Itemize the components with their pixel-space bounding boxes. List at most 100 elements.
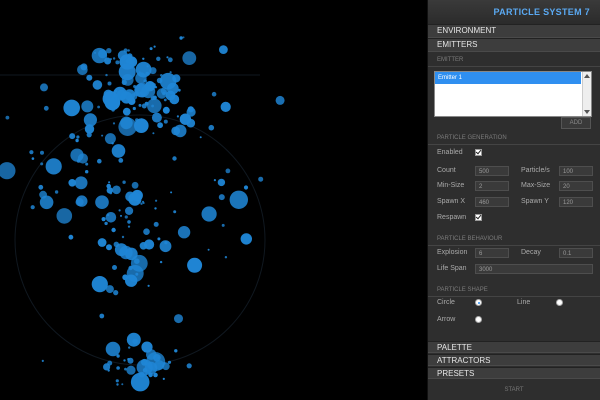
particle bbox=[122, 180, 126, 184]
section-palette[interactable]: PALETTE bbox=[428, 341, 600, 353]
particle bbox=[182, 36, 185, 39]
particle bbox=[111, 227, 116, 233]
particle bbox=[106, 48, 112, 54]
add-emitter-button[interactable]: ADD bbox=[561, 117, 591, 129]
particle bbox=[147, 284, 150, 287]
particle bbox=[40, 162, 44, 166]
particle bbox=[240, 233, 252, 245]
particle bbox=[76, 135, 80, 139]
particles-field[interactable]: 100 bbox=[559, 166, 593, 176]
particle bbox=[113, 290, 119, 296]
particle bbox=[104, 133, 116, 145]
particle bbox=[201, 206, 217, 222]
particle bbox=[68, 234, 74, 240]
particle bbox=[126, 365, 136, 375]
particle bbox=[151, 83, 156, 88]
particle bbox=[123, 359, 126, 362]
count-field[interactable]: 500 bbox=[475, 166, 509, 176]
particle bbox=[148, 372, 153, 378]
respawn-label: Respawn bbox=[437, 214, 467, 221]
particle bbox=[85, 162, 89, 166]
particle bbox=[106, 244, 112, 251]
particle-canvas[interactable] bbox=[0, 0, 427, 400]
particle bbox=[116, 89, 127, 100]
particle bbox=[275, 95, 285, 105]
particle bbox=[74, 176, 88, 190]
min-size-field[interactable]: 2 bbox=[475, 181, 509, 191]
particle bbox=[40, 83, 48, 92]
particle bbox=[219, 45, 228, 54]
particle bbox=[221, 223, 225, 227]
particle bbox=[86, 132, 92, 138]
particle bbox=[91, 47, 108, 64]
particle bbox=[229, 190, 248, 209]
list-item-emitter-1[interactable]: Emitter 1 bbox=[435, 72, 581, 84]
particle bbox=[174, 349, 178, 353]
particle bbox=[127, 49, 130, 52]
particle bbox=[39, 190, 47, 199]
enabled-checkbox[interactable] bbox=[475, 149, 482, 156]
particle bbox=[63, 99, 80, 117]
emitter-list[interactable]: Emitter 1 bbox=[434, 71, 592, 117]
panel-title: PARTICLE SYSTEM 7 bbox=[428, 0, 600, 24]
particle bbox=[95, 195, 109, 209]
scroll-down-icon[interactable] bbox=[584, 110, 590, 114]
list-scrollbar[interactable] bbox=[582, 72, 591, 116]
particle bbox=[128, 346, 131, 349]
particle bbox=[109, 58, 112, 61]
particle bbox=[208, 124, 215, 131]
particle bbox=[170, 191, 173, 194]
section-emitters[interactable]: EMITTERS bbox=[428, 38, 600, 52]
spawn-y-field[interactable]: 120 bbox=[559, 197, 593, 207]
particle bbox=[54, 190, 59, 194]
particle bbox=[141, 358, 148, 366]
particle bbox=[139, 242, 148, 250]
shape-circle-radio[interactable] bbox=[475, 299, 482, 306]
particle bbox=[116, 354, 120, 358]
section-attractors[interactable]: ATTRACTORS bbox=[428, 354, 600, 366]
particle bbox=[116, 383, 119, 386]
particle bbox=[166, 56, 169, 59]
spawn-x-field[interactable]: 460 bbox=[475, 197, 509, 207]
particle bbox=[30, 205, 35, 210]
explosion-field[interactable]: 6 bbox=[475, 248, 509, 258]
particle bbox=[176, 115, 179, 118]
respawn-checkbox[interactable] bbox=[475, 214, 482, 221]
max-size-field[interactable]: 20 bbox=[559, 181, 593, 191]
decay-field[interactable]: 0.1 bbox=[559, 248, 593, 258]
particle bbox=[141, 341, 153, 353]
particle bbox=[225, 168, 231, 174]
start-button[interactable]: START bbox=[428, 381, 600, 400]
particle bbox=[104, 221, 108, 226]
particle bbox=[145, 372, 148, 375]
lifespan-field[interactable]: 3000 bbox=[475, 264, 593, 274]
particle bbox=[111, 108, 115, 112]
section-presets[interactable]: PRESETS bbox=[428, 367, 600, 379]
particle bbox=[146, 65, 149, 68]
particle bbox=[122, 107, 131, 116]
particle bbox=[29, 150, 34, 155]
particle bbox=[173, 210, 177, 214]
particle bbox=[105, 341, 121, 357]
particle bbox=[120, 214, 122, 217]
shape-line-radio[interactable] bbox=[556, 299, 563, 306]
scroll-up-icon[interactable] bbox=[584, 74, 590, 78]
particle bbox=[115, 379, 119, 383]
particle bbox=[155, 199, 158, 202]
particle bbox=[77, 153, 88, 164]
max-size-label: Max-Size bbox=[521, 182, 551, 189]
particle bbox=[143, 228, 150, 235]
spawn-y-label: Spawn Y bbox=[521, 198, 549, 205]
section-environment[interactable]: ENVIRONMENT bbox=[428, 24, 600, 38]
particle bbox=[149, 47, 153, 51]
particle bbox=[112, 185, 121, 195]
particle bbox=[118, 209, 121, 212]
particle bbox=[138, 371, 145, 378]
shape-arrow-radio[interactable] bbox=[475, 316, 482, 323]
particle bbox=[211, 91, 217, 97]
particle bbox=[199, 136, 202, 139]
particle bbox=[156, 56, 161, 61]
count-label: Count bbox=[437, 167, 456, 174]
min-size-label: Min-Size bbox=[437, 182, 465, 189]
particle bbox=[186, 118, 196, 128]
